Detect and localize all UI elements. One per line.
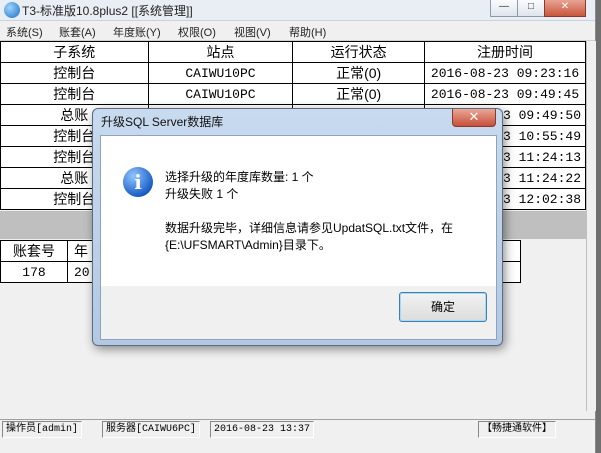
window-close-button[interactable]: ✕ [544,0,586,17]
cell-subsystem: 控制台 [0,62,149,84]
status-datetime: 2016-08-23 13:37 [210,421,315,438]
app-icon [4,2,20,18]
menu-view[interactable]: 视图(V) [234,24,271,40]
cell-time: 2016-08-23 09:49:45 [424,83,586,105]
info-icon: i [123,167,153,197]
message-fail-count: 升级失败 1 个 [165,187,239,201]
dialog-message-area: i 选择升级的年度库数量: 1 个 升级失败 1 个 数据升级完毕，详细信息请参… [101,136,496,286]
header-site[interactable]: 站点 [147,41,294,63]
menu-bar: 系统(S) 账套(A) 年度账(Y) 权限(O) 视图(V) 帮助(H) [0,21,595,41]
menu-help[interactable]: 帮助(H) [289,24,326,40]
table-row[interactable]: 控制台 CAIWU10PC 正常(0) 2016-08-23 09:23:16 [0,62,586,84]
title-bar: T3-标准版10.8plus2 [[系统管理]] — □ ✕ [0,0,595,21]
message-upgrade-count: 选择升级的年度库数量: 1 个 [165,170,314,184]
cell-site: CAIWU10PC [147,83,294,105]
cell-time: 2016-08-23 09:23:16 [424,62,586,84]
status-bar: 操作员[admin] 服务器[CAIWU6PC] 2016-08-23 13:3… [0,419,595,438]
table-row[interactable]: 控制台 CAIWU10PC 正常(0) 2016-08-23 09:49:45 [0,83,586,105]
maximize-button[interactable]: □ [517,0,545,17]
dialog-title: 升级SQL Server数据库 [101,115,224,129]
header-register-time[interactable]: 注册时间 [424,41,586,63]
cell-status: 正常(0) [292,83,426,105]
upgrade-dialog: 升级SQL Server数据库 ✕ i 选择升级的年度库数量: 1 个 升级失败… [92,108,503,346]
ok-button[interactable]: 确定 [399,292,487,322]
menu-permission[interactable]: 权限(O) [178,24,216,40]
cell-subsystem: 控制台 [0,83,149,105]
status-operator: 操作员[admin] [2,421,83,438]
message-path: {E:\UFSMART\Admin}目录下。 [165,238,331,252]
window-title: T3-标准版10.8plus2 [[系统管理]] [22,4,193,18]
menu-account[interactable]: 账套(A) [59,24,96,40]
cell-account-no: 178 [0,261,68,283]
cell-site: CAIWU10PC [147,62,294,84]
status-vendor: 【畅捷通软件】 [478,421,556,438]
cell-status: 正常(0) [292,62,426,84]
dialog-body: i 选择升级的年度库数量: 1 个 升级失败 1 个 数据升级完毕，详细信息请参… [100,135,497,340]
table-header-row: 子系统 站点 运行状态 注册时间 [0,41,586,63]
header-subsystem[interactable]: 子系统 [0,41,149,63]
menu-year-account[interactable]: 年度账(Y) [113,24,161,40]
dialog-close-icon[interactable]: ✕ [452,109,496,127]
header-status[interactable]: 运行状态 [292,41,426,63]
minimize-button[interactable]: — [490,0,518,17]
vertical-scrollbar[interactable] [586,41,596,411]
menu-system[interactable]: 系统(S) [6,24,43,40]
message-details: 数据升级完毕，详细信息请参见UpdatSQL.txt文件，在 [165,221,454,235]
header-account-no[interactable]: 账套号 [0,240,68,262]
status-server: 服务器[CAIWU6PC] [102,421,201,438]
